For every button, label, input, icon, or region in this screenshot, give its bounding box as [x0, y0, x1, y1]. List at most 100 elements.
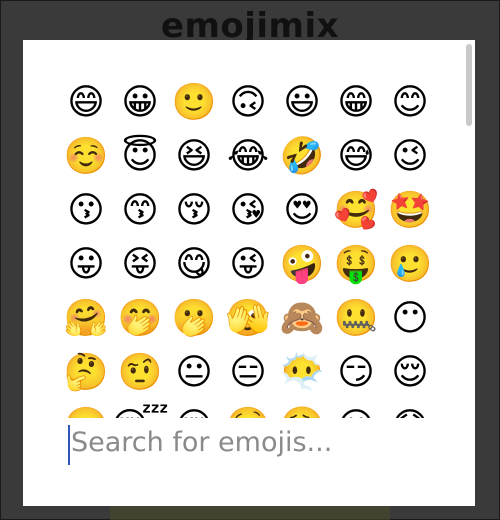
emoji-button[interactable]: 😜 [221, 238, 275, 292]
emoji-button[interactable]: 🙈 [275, 292, 329, 346]
emoji-button[interactable]: 🤔 [59, 346, 113, 400]
emoji-button[interactable]: 😑 [221, 346, 275, 400]
emoji-button[interactable]: 🤨 [113, 346, 167, 400]
emoji-button[interactable]: 😊 [383, 76, 437, 130]
emoji-glyph: 😮‍💨 [280, 409, 325, 419]
emoji-button[interactable]: 🙂 [167, 76, 221, 130]
emoji-button[interactable]: 🥰 [329, 184, 383, 238]
emoji-glyph: 🥲 [387, 244, 433, 285]
emoji-button[interactable]: 😐 [167, 346, 221, 400]
emoji-button[interactable]: 😮‍💨 [275, 400, 329, 419]
emoji-button[interactable]: 😀 [113, 76, 167, 130]
emoji-button[interactable]: 😋 [167, 238, 221, 292]
emoji-button[interactable]: 😙 [113, 184, 167, 238]
emoji-button[interactable]: 😛 [59, 238, 113, 292]
emoji-button[interactable]: 😴 [111, 400, 169, 419]
emoji-glyph: 😂 [226, 136, 270, 177]
emoji-button[interactable]: 😁 [329, 76, 383, 130]
emoji-glyph: 😝 [121, 244, 159, 285]
emoji-glyph: 🙂 [171, 82, 217, 123]
emoji-button[interactable]: 🫣 [221, 292, 275, 346]
emoji-glyph: 😅 [337, 136, 375, 177]
emoji-button[interactable]: 😃 [275, 76, 329, 130]
emoji-glyph: 🤪 [279, 244, 325, 285]
emoji-button[interactable]: 😶‍🌫️ [275, 346, 329, 400]
emoji-button[interactable]: 🤤 [221, 400, 275, 419]
emoji-glyph: 😙 [121, 190, 159, 231]
emoji-button[interactable]: 😏 [329, 346, 383, 400]
emoji-glyph: 😏 [337, 352, 375, 393]
emoji-glyph: 😇 [121, 136, 159, 177]
emoji-glyph: 😁 [337, 82, 375, 123]
emoji-button[interactable]: 😄 [59, 76, 113, 130]
emoji-grid: 😄 😀 🙂 🙃 😃 😁 😊 ☺️ 😇 😆 😂 🤣 😅 😉 😗 😙 😚 😘 😍 🥰 🤩 😛 😝 😋 😜 🤪 🤑 🥲 🤗 🤭 🫢 🫣 🙈 🤐 😶 🤔 🤨 😐 😑… [59, 76, 437, 419]
emoji-button[interactable]: 🤗 [59, 292, 113, 346]
emoji-button[interactable]: 😌 [383, 346, 437, 400]
emoji-button[interactable]: 😍 [275, 184, 329, 238]
emoji-glyph: 😪 [175, 409, 213, 419]
emoji-button[interactable]: 😬 [59, 400, 113, 419]
emoji-glyph: 😮 [337, 409, 375, 419]
emoji-button[interactable]: 😉 [383, 130, 437, 184]
emoji-glyph: 🫢 [171, 298, 217, 339]
emoji-glyph: 🤨 [117, 352, 163, 393]
emoji-glyph: 🫣 [225, 298, 271, 339]
emoji-button[interactable]: 😝 [113, 238, 167, 292]
scrollbar[interactable] [466, 44, 472, 496]
emoji-glyph: 😊 [391, 82, 429, 123]
emoji-button[interactable]: 🤪 [275, 238, 329, 292]
emoji-button[interactable]: ☺️ [59, 130, 113, 184]
emoji-button[interactable]: 😚 [167, 184, 221, 238]
emoji-glyph: 🙈 [279, 298, 325, 339]
emoji-glyph: 😘 [229, 190, 267, 231]
emoji-button[interactable]: 🤑 [329, 238, 383, 292]
emoji-glyph: 😛 [67, 244, 105, 285]
emoji-glyph: 😴 [111, 409, 169, 419]
emoji-glyph: 🤑 [333, 244, 379, 285]
emoji-button[interactable]: 🫢 [167, 292, 221, 346]
emoji-glyph: 🤤 [226, 409, 271, 419]
emoji-button[interactable]: 🙃 [221, 76, 275, 130]
emoji-button[interactable]: 😘 [221, 184, 275, 238]
background-strip [110, 506, 390, 520]
emoji-button[interactable]: 😯 [383, 400, 437, 419]
emoji-glyph: 🤗 [63, 298, 109, 339]
emoji-glyph: 😃 [283, 82, 321, 123]
emoji-glyph: 🤭 [117, 298, 163, 339]
emoji-button[interactable]: 🤭 [113, 292, 167, 346]
emoji-glyph: 😄 [67, 82, 105, 123]
emoji-glyph: 😑 [229, 352, 267, 393]
emoji-glyph: 😀 [121, 82, 159, 123]
emoji-glyph: 🤐 [333, 298, 379, 339]
emoji-button[interactable]: 😂 [221, 130, 275, 184]
emoji-glyph: 😚 [175, 190, 213, 231]
emoji-button[interactable]: 😗 [59, 184, 113, 238]
emoji-glyph: 🤣 [279, 136, 325, 177]
emoji-button[interactable]: 😇 [113, 130, 167, 184]
emoji-glyph: 😐 [175, 352, 213, 393]
scrollbar-thumb[interactable] [466, 44, 472, 126]
emoji-glyph: 🙃 [229, 82, 267, 123]
emoji-glyph: 😯 [391, 409, 429, 419]
emoji-glyph: ☺️ [63, 136, 109, 177]
emoji-glyph: 🤔 [63, 352, 109, 393]
emoji-glyph: 😌 [391, 352, 429, 393]
emoji-button[interactable]: 😅 [329, 130, 383, 184]
emoji-button[interactable]: 😶 [383, 292, 437, 346]
emoji-button[interactable]: 🤣 [275, 130, 329, 184]
emoji-glyph: 😍 [283, 190, 321, 231]
emoji-glyph: 😆 [175, 136, 213, 177]
emoji-glyph: 😶‍🌫️ [279, 352, 325, 393]
emoji-glyph: 🤩 [387, 190, 433, 231]
emoji-button[interactable]: 🤐 [329, 292, 383, 346]
emoji-button[interactable]: 😆 [167, 130, 221, 184]
emoji-button[interactable]: 🤩 [383, 184, 437, 238]
emoji-grid-viewport[interactable]: 😄 😀 🙂 🙃 😃 😁 😊 ☺️ 😇 😆 😂 🤣 😅 😉 😗 😙 😚 😘 😍 🥰 🤩 😛 😝 😋 😜 🤪 🤑 🥲 🤗 🤭 🫢 🫣 🙈 🤐 😶 🤔 🤨 😐 😑… [23, 40, 475, 419]
emoji-button[interactable]: 😪 [167, 400, 221, 419]
emoji-glyph: 🥰 [333, 190, 379, 231]
emoji-button[interactable]: 🥲 [383, 238, 437, 292]
emoji-glyph: 😗 [67, 190, 105, 231]
emoji-glyph: 😶 [391, 298, 429, 339]
emoji-button[interactable]: 😮 [329, 400, 383, 419]
emoji-search-input[interactable] [67, 420, 451, 464]
